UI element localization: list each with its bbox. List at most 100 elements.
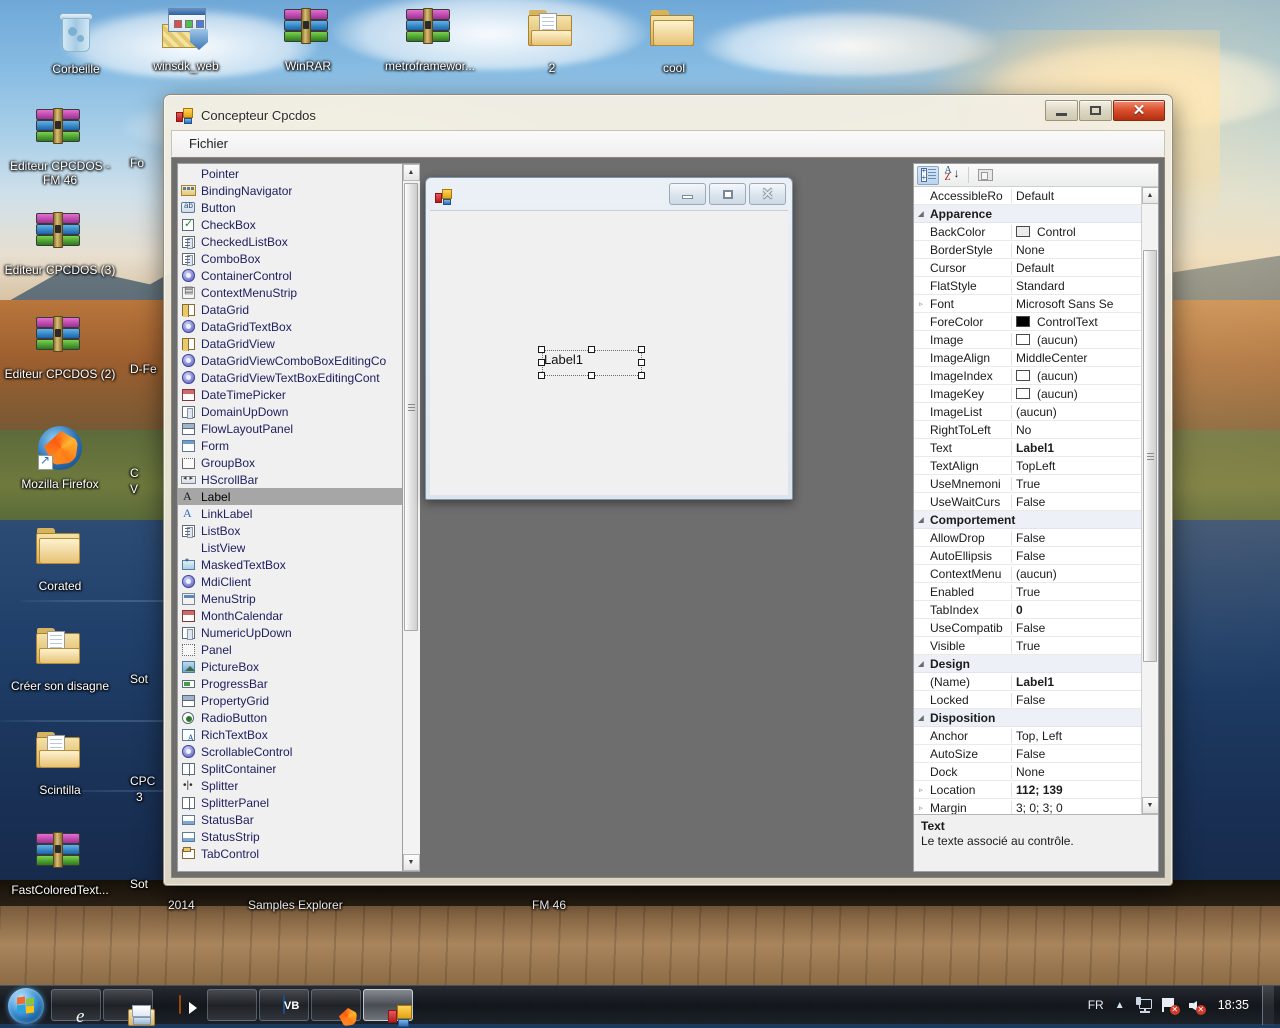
property-value[interactable]: False (1012, 747, 1141, 761)
property-value[interactable]: False (1012, 693, 1141, 707)
property-row[interactable]: ForeColor ControlText (914, 313, 1141, 331)
property-value[interactable]: Label1 (1012, 675, 1141, 689)
categorized-button[interactable] (917, 165, 939, 185)
toolbox-item[interactable]: NumericUpDown (178, 624, 402, 641)
property-row[interactable]: TextAlign TopLeft (914, 457, 1141, 475)
property-grid-scroll-thumb[interactable] (1142, 250, 1157, 662)
property-value[interactable]: True (1012, 585, 1141, 599)
taskbar-button-concepteur-cpcdos[interactable] (363, 989, 413, 1027)
property-value[interactable]: (aucun) (1012, 567, 1141, 581)
desktop-icon[interactable]: winsdk_web (128, 4, 244, 73)
scroll-up-icon[interactable]: ▲ (1141, 187, 1158, 204)
toolbox-item[interactable]: DateTimePicker (178, 386, 402, 403)
row-expander[interactable]: ▹ (914, 786, 928, 794)
property-row[interactable]: AllowDrop False (914, 529, 1141, 547)
taskbar-button-internet-explorer[interactable] (51, 989, 101, 1021)
menu-item-fichier[interactable]: Fichier (178, 133, 239, 154)
toolbox-item[interactable]: DataGridView (178, 335, 402, 352)
property-value[interactable]: True (1012, 639, 1141, 653)
toolbox-item[interactable]: ProgressBar (178, 675, 402, 692)
property-row[interactable]: Image (aucun) (914, 331, 1141, 349)
desktop-icon[interactable]: 2 (494, 4, 610, 75)
property-value[interactable]: Default (1012, 189, 1141, 203)
toolbox-item[interactable]: DataGrid (178, 301, 402, 318)
toolbox-item[interactable]: Form (178, 437, 402, 454)
toolbox-item[interactable]: ContainerControl (178, 267, 402, 284)
toolbox-item[interactable]: ScrollableControl (178, 743, 402, 760)
desktop-icon[interactable]: Editeur CPCDOS - FM 46 (2, 104, 118, 187)
toolbox-item[interactable]: PropertyGrid (178, 692, 402, 709)
property-value[interactable]: Standard (1012, 279, 1141, 293)
desktop-icon[interactable]: WinRAR (250, 4, 366, 73)
property-row[interactable]: FlatStyle Standard (914, 277, 1141, 295)
property-row[interactable]: ContextMenu (aucun) (914, 565, 1141, 583)
property-row[interactable]: Enabled True (914, 583, 1141, 601)
toolbox-item[interactable]: GroupBox (178, 454, 402, 471)
property-row[interactable]: TabIndex 0 (914, 601, 1141, 619)
toolbox-item[interactable]: MonthCalendar (178, 607, 402, 624)
row-expander[interactable]: ◢ (914, 516, 928, 524)
design-form-close-button[interactable]: ✕ (749, 183, 786, 205)
toolbox-item[interactable]: ListView (178, 539, 402, 556)
property-value[interactable]: (aucun) (1012, 369, 1141, 383)
toolbox-list[interactable]: Pointer BindingNavigator Button CheckBox Che… (178, 164, 402, 871)
monitor-icon[interactable] (1135, 996, 1153, 1014)
property-grid-scroll-track[interactable] (1141, 204, 1158, 797)
toolbox-item[interactable]: A LinkLabel (178, 505, 402, 522)
property-row[interactable]: BorderStyle None (914, 241, 1141, 259)
scroll-up-icon[interactable]: ▲ (402, 164, 420, 181)
desktop-icon[interactable]: cool (616, 4, 732, 75)
property-grid-scrollbar[interactable]: ▲ ▼ (1141, 187, 1158, 814)
property-value[interactable]: 112; 139 (1012, 783, 1141, 797)
property-row[interactable]: Anchor Top, Left (914, 727, 1141, 745)
design-form-maximize-button[interactable] (709, 183, 746, 205)
property-pages-button[interactable] (974, 166, 996, 185)
toolbox-item[interactable]: Pointer (178, 165, 402, 182)
property-row[interactable]: UseWaitCurs False (914, 493, 1141, 511)
resize-handle-s[interactable] (588, 372, 595, 379)
property-value[interactable]: Label1 (1012, 441, 1141, 455)
resize-handle-n[interactable] (588, 346, 595, 353)
row-expander[interactable]: ◢ (914, 210, 928, 218)
toolbox-item[interactable]: HScrollBar (178, 471, 402, 488)
property-value[interactable]: 3; 0; 3; 0 (1012, 801, 1141, 815)
toolbox-item[interactable]: RichTextBox (178, 726, 402, 743)
toolbox-item[interactable]: ListBox (178, 522, 402, 539)
toolbox-item[interactable]: SplitContainer (178, 760, 402, 777)
property-value[interactable]: No (1012, 423, 1141, 437)
resize-handle-se[interactable] (638, 372, 645, 379)
toolbox-item[interactable]: SplitterPanel (178, 794, 402, 811)
property-grid-rows[interactable]: AccessibleRo Default ◢ Apparence BackColor Co… (914, 187, 1141, 814)
toolbox-item[interactable]: BindingNavigator (178, 182, 402, 199)
property-row[interactable]: ImageList (aucun) (914, 403, 1141, 421)
toolbox-item[interactable]: DomainUpDown (178, 403, 402, 420)
toolbox-item[interactable]: PictureBox (178, 658, 402, 675)
taskbar-button-mozilla-firefox[interactable] (311, 989, 361, 1021)
scroll-down-icon[interactable]: ▼ (402, 854, 420, 871)
property-row[interactable]: Cursor Default (914, 259, 1141, 277)
toolbox-scroll-track[interactable] (402, 181, 420, 854)
tray-expand-icon[interactable]: ▲ (1113, 1000, 1127, 1011)
property-row[interactable]: Visible True (914, 637, 1141, 655)
property-value[interactable]: False (1012, 495, 1141, 509)
resize-handle-w[interactable] (538, 359, 545, 366)
toolbox-item[interactable]: DataGridViewTextBoxEditingCont (178, 369, 402, 386)
taskbar-button-visual-studio[interactable] (207, 989, 257, 1021)
property-category-row[interactable]: ◢ Apparence (914, 205, 1141, 223)
toolbox-item[interactable]: DataGridTextBox (178, 318, 402, 335)
taskbar-clock[interactable]: 18:35 (1214, 998, 1253, 1012)
property-row[interactable]: RightToLeft No (914, 421, 1141, 439)
design-form-minimize-button[interactable] (669, 183, 706, 205)
property-row[interactable]: AutoEllipsis False (914, 547, 1141, 565)
design-form-title-bar[interactable]: ✕ (430, 182, 788, 210)
toolbox-item[interactable]: MaskedTextBox (178, 556, 402, 573)
maximize-button[interactable] (1079, 100, 1112, 121)
property-value[interactable]: 0 (1012, 603, 1141, 617)
property-row[interactable]: ▹ Margin 3; 0; 3; 0 (914, 799, 1141, 814)
resize-handle-nw[interactable] (538, 346, 545, 353)
resize-handle-e[interactable] (638, 359, 645, 366)
property-value[interactable]: False (1012, 549, 1141, 563)
desktop-icon[interactable]: FastColoredText... (2, 828, 118, 897)
property-row[interactable]: ImageAlign MiddleCenter (914, 349, 1141, 367)
property-row[interactable]: AccessibleRo Default (914, 187, 1141, 205)
